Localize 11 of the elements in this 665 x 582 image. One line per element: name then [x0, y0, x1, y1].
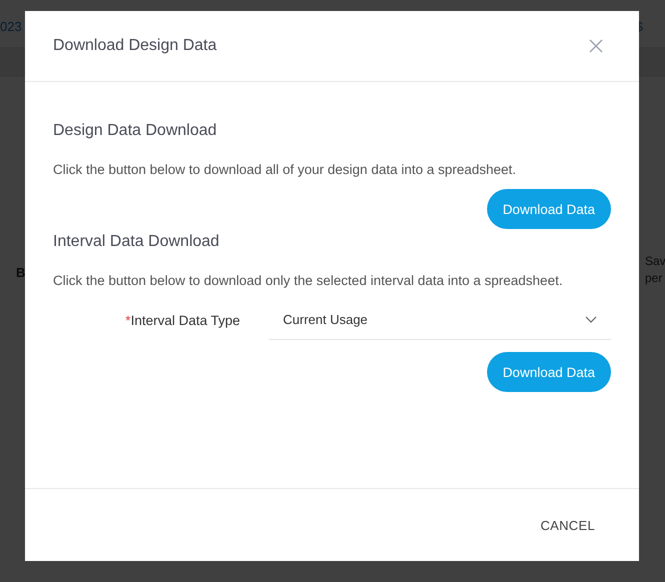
table-cell-text: 023 [0, 19, 22, 36]
cancel-button[interactable]: CANCEL [540, 514, 595, 536]
section-heading: Interval Data Download [53, 233, 220, 251]
field-label: *Interval Data Type [124, 312, 241, 328]
chevron-down-icon [585, 316, 597, 323]
dialog-title: Download Design Data [53, 37, 217, 55]
section-description: Click the button below to download all of your design data into a spreadsheet. [53, 162, 518, 177]
section-description: Click the button below to download only the selected interval data into a spreadsheet. [53, 273, 564, 288]
section-heading: Design Data Download [53, 122, 218, 140]
close-icon[interactable] [589, 39, 603, 53]
interval-type-dropdown[interactable]: Current Usage [269, 300, 611, 340]
